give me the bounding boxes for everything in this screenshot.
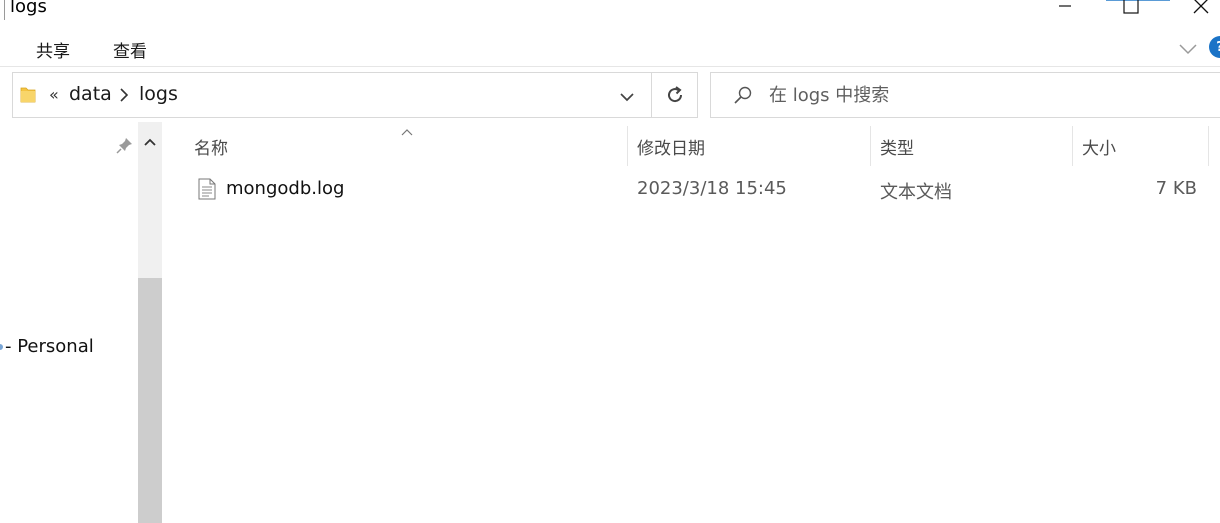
- ribbon: 共享 查看: [0, 30, 1220, 64]
- address-bar[interactable]: « data logs: [12, 72, 698, 118]
- file-type: 文本文档: [880, 182, 952, 203]
- column-headers: 名称 修改日期 类型 大小: [162, 122, 1220, 168]
- tab-share[interactable]: 共享: [36, 37, 70, 62]
- navigation-pane: - Personal: [0, 122, 162, 523]
- search-box[interactable]: [710, 72, 1220, 118]
- address-history-button[interactable]: [619, 88, 635, 107]
- nav-scrollbar-thumb[interactable]: [138, 278, 162, 523]
- column-header-type[interactable]: 类型: [880, 134, 914, 159]
- file-size: 7 KB: [1155, 178, 1197, 199]
- file-row[interactable]: mongodb.log 2023/3/18 15:45 文本文档 7 KB: [162, 170, 1220, 210]
- file-name[interactable]: mongodb.log: [226, 178, 344, 199]
- column-divider[interactable]: [1072, 126, 1073, 166]
- refresh-icon: [668, 86, 683, 103]
- maximize-button[interactable]: [1108, 0, 1154, 18]
- title-bar: logs: [0, 0, 1220, 22]
- search-input[interactable]: [769, 82, 1209, 108]
- minimize-icon: [1059, 5, 1071, 7]
- refresh-button[interactable]: [664, 84, 686, 110]
- column-header-size[interactable]: 大小: [1082, 134, 1116, 159]
- pin-icon[interactable]: [116, 136, 134, 158]
- nav-item-label: - Personal: [5, 336, 94, 357]
- column-divider[interactable]: [870, 126, 871, 166]
- window-title: logs: [10, 0, 47, 17]
- nav-item-personal[interactable]: - Personal: [0, 336, 94, 357]
- breadcrumb-logs[interactable]: logs: [139, 83, 178, 105]
- scroll-up-button[interactable]: [138, 132, 162, 152]
- ribbon-divider: [0, 66, 1220, 67]
- chevron-down-icon: [1179, 44, 1197, 55]
- tab-view[interactable]: 查看: [113, 37, 147, 62]
- folder-icon: [19, 85, 37, 109]
- onedrive-icon: [0, 344, 3, 350]
- chevron-up-icon: [144, 138, 156, 146]
- chevron-down-icon: [620, 93, 634, 102]
- chevron-right-icon[interactable]: [119, 87, 129, 106]
- column-divider[interactable]: [1208, 126, 1209, 166]
- close-button[interactable]: [1178, 0, 1220, 18]
- file-date-modified: 2023/3/18 15:45: [637, 178, 787, 199]
- sort-ascending-icon: [400, 122, 414, 141]
- column-divider[interactable]: [627, 126, 628, 166]
- maximize-icon: [1123, 0, 1139, 14]
- title-separator: [4, 0, 5, 20]
- text-file-icon: [198, 178, 216, 204]
- expand-ribbon-button[interactable]: [1178, 40, 1198, 59]
- column-header-date-modified[interactable]: 修改日期: [637, 134, 705, 159]
- breadcrumb-data[interactable]: data: [69, 83, 112, 105]
- breadcrumb-overflow[interactable]: «: [49, 85, 59, 104]
- column-header-name[interactable]: 名称: [194, 134, 228, 159]
- minimize-button[interactable]: [1042, 0, 1088, 18]
- search-icon: [733, 85, 753, 109]
- address-divider: [651, 73, 652, 117]
- close-icon: [1193, 0, 1209, 14]
